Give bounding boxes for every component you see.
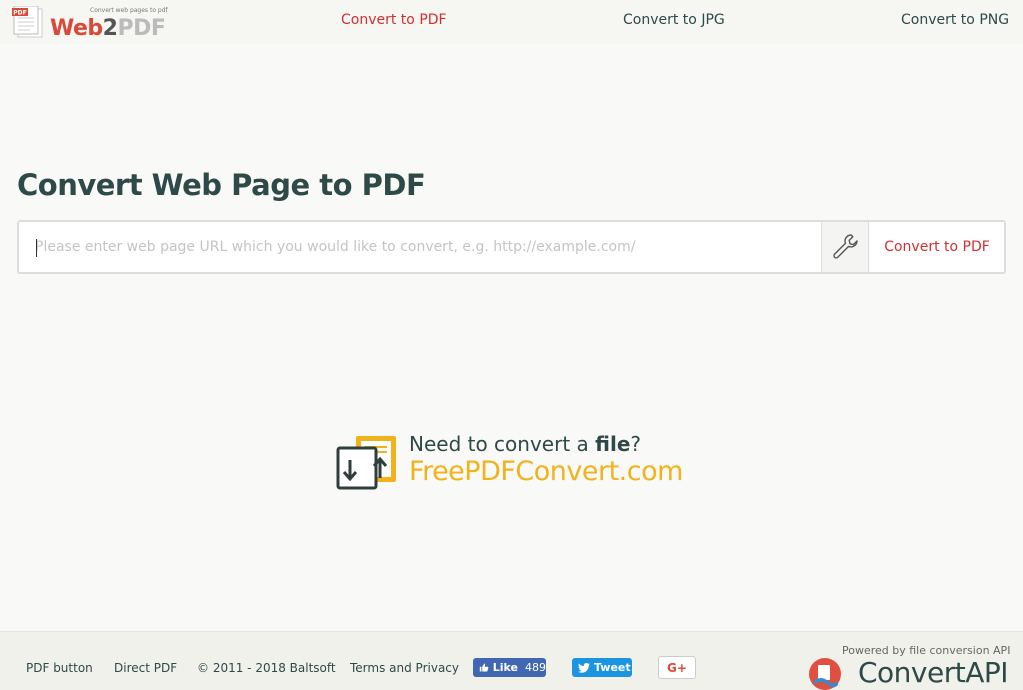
- thumbs-up-icon: [479, 663, 489, 672]
- promo-suffix: ?: [630, 432, 642, 456]
- footer-link-direct-pdf[interactable]: Direct PDF: [114, 661, 177, 675]
- convertapi-icon: [809, 658, 841, 690]
- promo-site-link[interactable]: FreePDFConvert.com: [409, 456, 683, 487]
- logo-two: 2: [102, 16, 118, 41]
- facebook-like-label: Like: [492, 661, 518, 674]
- footer-link-terms[interactable]: Terms and Privacy: [350, 661, 459, 675]
- freepdfconvert-promo[interactable]: Need to convert a file? FreePDFConvert.c…: [336, 432, 696, 492]
- twitter-tweet-label: Tweet: [594, 661, 631, 674]
- logo-web: Web: [50, 16, 103, 41]
- convert-form: Convert to PDF: [17, 220, 1006, 274]
- nav-convert-to-pdf[interactable]: Convert to PDF: [341, 12, 447, 28]
- google-plus-button[interactable]: G+: [658, 656, 696, 679]
- logo-pdf: PDF: [117, 16, 166, 41]
- nav-convert-to-jpg[interactable]: Convert to JPG: [623, 12, 725, 28]
- convert-button[interactable]: Convert to PDF: [870, 222, 1004, 272]
- url-input[interactable]: [19, 222, 821, 272]
- top-navbar: PDF Convert web pages to pdf Web2PDF Con…: [0, 0, 1023, 44]
- web2pdf-logo[interactable]: PDF Convert web pages to pdf Web2PDF: [12, 6, 172, 41]
- settings-button[interactable]: [821, 222, 869, 272]
- promo-question: Need to convert a file?: [409, 432, 641, 456]
- file-convert-icon: [336, 436, 396, 490]
- logo-badge-text: PDF: [13, 10, 26, 17]
- promo-bold-word: file: [595, 432, 631, 456]
- text-caret: [36, 239, 37, 257]
- convertapi-logo[interactable]: ConvertAPI: [808, 656, 1018, 690]
- pdf-document-icon: PDF: [12, 6, 43, 38]
- promo-prefix: Need to convert a: [409, 432, 596, 456]
- wrench-icon: [833, 234, 858, 259]
- footer-copyright: © 2011 - 2018 Baltsoft: [197, 661, 336, 675]
- facebook-like-button[interactable]: Like 489: [473, 658, 546, 677]
- footer-link-pdf-button[interactable]: PDF button: [26, 661, 93, 675]
- page-title: Convert Web Page to PDF: [17, 168, 426, 202]
- convertapi-wordmark: ConvertAPI: [858, 656, 1009, 689]
- footer: PDF button Direct PDF © 2011 - 2018 Balt…: [0, 631, 1023, 690]
- facebook-like-count: 489: [525, 661, 546, 674]
- logo-tagline: Convert web pages to pdf: [90, 7, 168, 14]
- twitter-bird-icon: [578, 662, 590, 673]
- logo-wordmark: Web2PDF: [50, 16, 166, 41]
- nav-convert-to-png[interactable]: Convert to PNG: [901, 12, 1009, 28]
- twitter-tweet-button[interactable]: Tweet: [572, 658, 632, 677]
